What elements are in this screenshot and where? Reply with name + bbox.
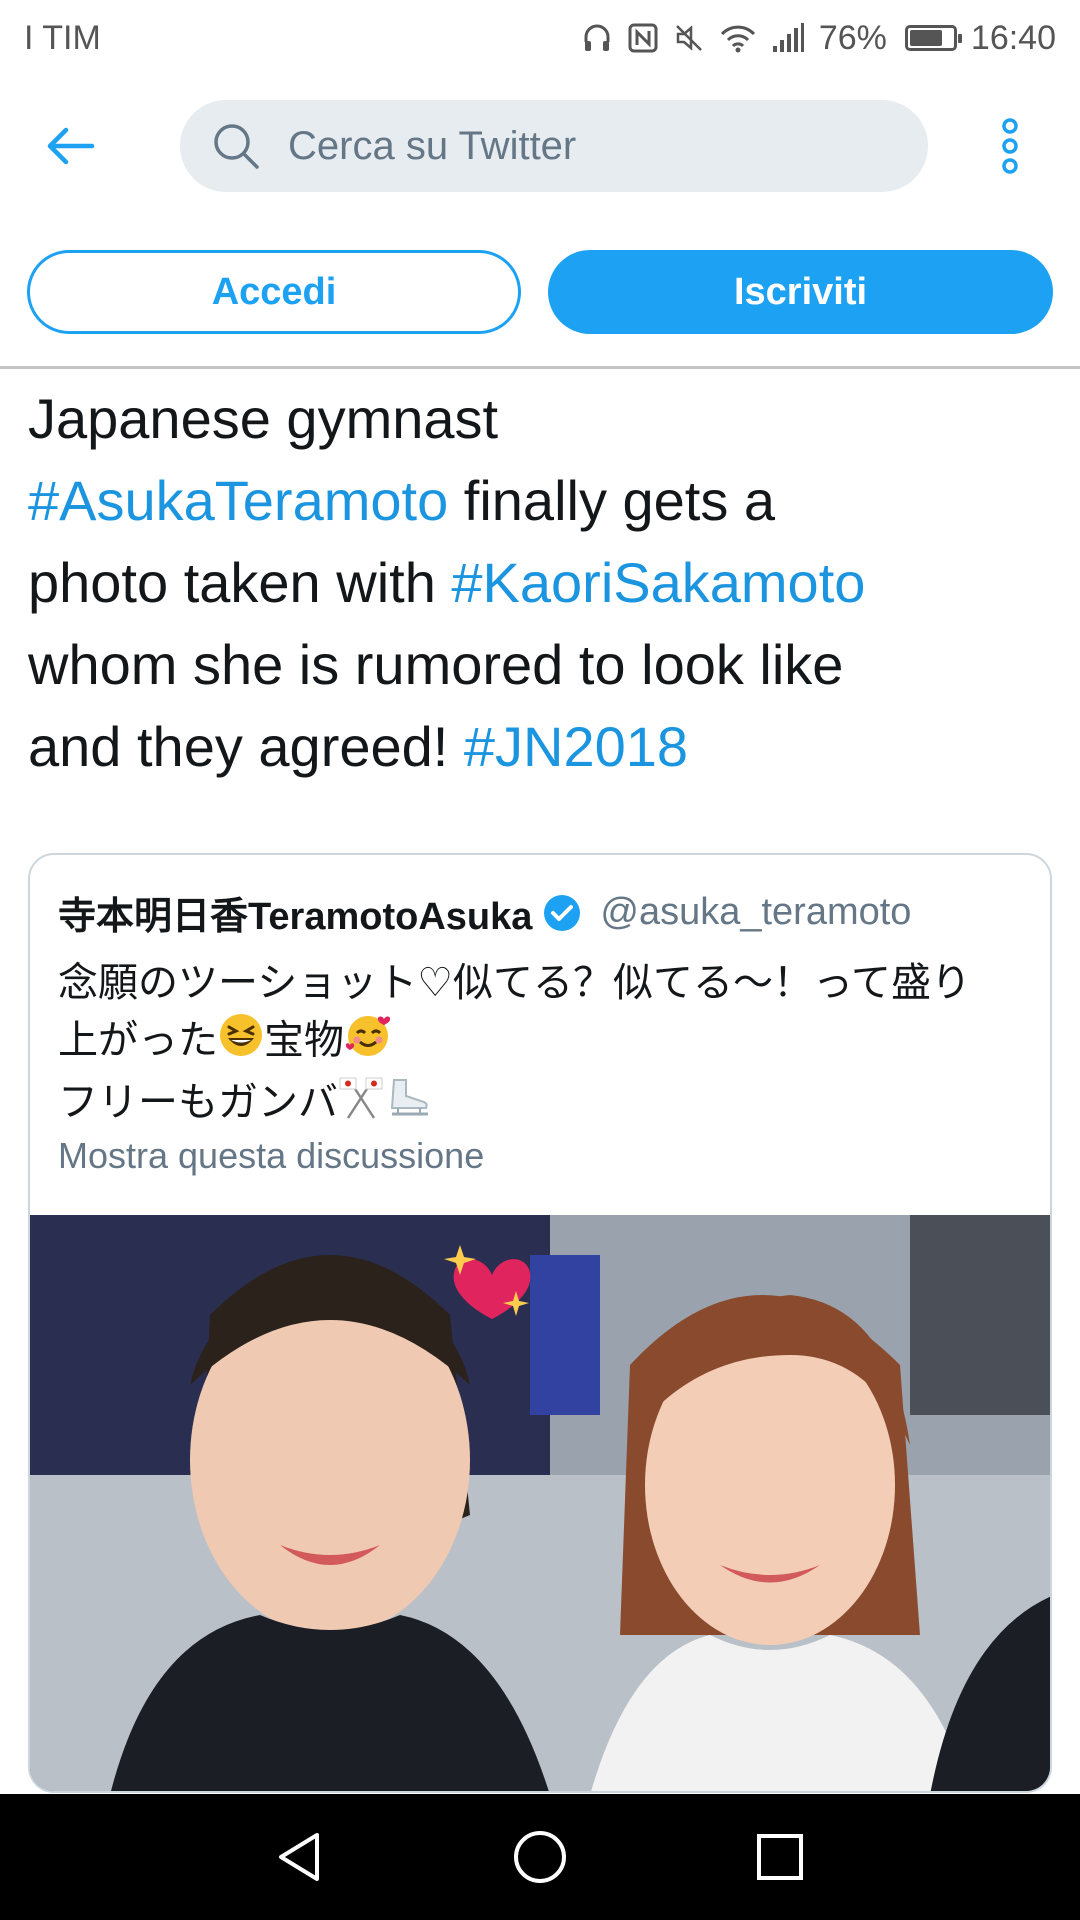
clock: 16:40	[970, 18, 1056, 57]
hashtag-link[interactable]: #KaoriSakamoto	[451, 551, 865, 614]
quoted-text-line: 念願のツーショット♡似てる？似てる〜！って盛り	[58, 960, 972, 1006]
grinning-squinting-face-icon	[218, 1012, 264, 1073]
more-vertical-icon[interactable]	[990, 116, 1030, 176]
tweet-text: Japanese gymnast #AsukaTeramoto finally …	[28, 378, 1048, 788]
auth-buttons: Accedi Iscriviti	[0, 250, 1080, 334]
wifi-icon	[719, 22, 757, 54]
search-icon	[212, 122, 260, 170]
arrow-left-icon[interactable]	[40, 116, 100, 176]
quoted-text-line: フリーもガンバ	[58, 1079, 338, 1126]
tweet-text-segment: photo taken with	[28, 551, 452, 614]
quoted-display-name: 寺本明日香TeramotoAsuka	[58, 896, 533, 938]
carrier-label: I TIM	[24, 18, 101, 57]
signal-icon	[771, 22, 805, 54]
quoted-text-line: 上がった	[58, 1017, 218, 1064]
system-nav-bar	[0, 1794, 1080, 1920]
headphones-icon	[581, 22, 613, 54]
verified-badge-icon	[542, 893, 582, 933]
tweet-text-segment: Japanese gymnast	[28, 387, 499, 450]
triangle-back-icon[interactable]	[264, 1822, 334, 1892]
status-icons: 76% 16:40	[581, 19, 1056, 58]
square-recents-icon[interactable]	[745, 1822, 815, 1892]
crossed-flags-icon	[338, 1074, 384, 1135]
tweet-text-segment: finally gets a	[448, 469, 776, 532]
signup-button[interactable]: Iscriviti	[548, 250, 1053, 334]
quoted-text-line: 宝物	[264, 1017, 344, 1064]
hashtag-link[interactable]: #AsukaTeramoto	[28, 469, 448, 532]
hashtag-link[interactable]: #JN2018	[464, 715, 688, 778]
login-button[interactable]: Accedi	[27, 250, 521, 334]
tweet-text-segment: whom she is rumored to look like	[28, 633, 844, 696]
battery-percent: 76%	[818, 18, 887, 57]
show-thread-link[interactable]: Mostra questa discussione	[58, 1135, 484, 1177]
ice-skate-icon	[384, 1074, 434, 1135]
tweet-text-segment: and they agreed!	[28, 715, 464, 778]
circle-home-icon[interactable]	[505, 1822, 575, 1892]
quoted-handle: @asuka_teramoto	[600, 891, 912, 933]
quoted-tweet-header: 寺本明日香TeramotoAsuka @asuka_teramoto	[58, 885, 911, 940]
quoted-tweet-body: 念願のツーショット♡似てる？似てる〜！って盛り 上がった 宝物 フリーもガンバ	[58, 955, 1038, 1135]
smiling-face-with-hearts-icon	[344, 1011, 394, 1074]
status-bar: I TIM 76% 16:40	[0, 0, 1080, 76]
selfie-photo[interactable]	[30, 1215, 1050, 1791]
search-box[interactable]	[180, 100, 928, 192]
nfc-icon	[627, 22, 659, 54]
app-bar	[0, 76, 1080, 216]
search-input[interactable]	[286, 122, 850, 170]
divider	[0, 366, 1080, 369]
quoted-tweet-card[interactable]: 寺本明日香TeramotoAsuka @asuka_teramoto 念願のツー…	[28, 853, 1052, 1793]
mute-icon	[673, 22, 705, 54]
battery-icon	[904, 25, 962, 51]
